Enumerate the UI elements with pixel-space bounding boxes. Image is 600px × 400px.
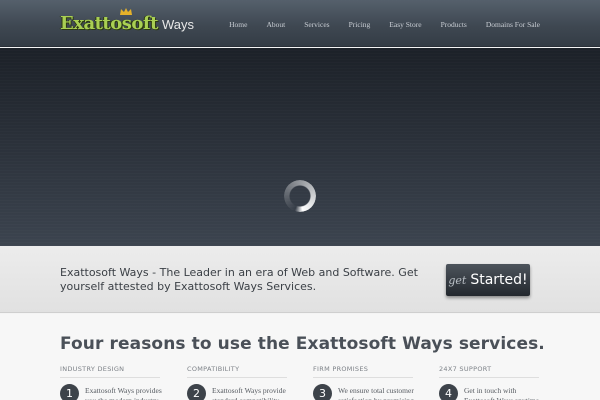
nav-home[interactable]: Home	[210, 18, 247, 31]
reasons-title: Four reasons to use the Exattosoft Ways …	[60, 334, 545, 354]
spinner-icon	[284, 180, 316, 212]
reason-text: Exattosoft Ways provides you the modern …	[85, 386, 162, 400]
reason-text: We ensure total customer satisfaction by…	[338, 386, 414, 400]
nav-easy-store[interactable]: Easy Store	[370, 18, 421, 31]
nav-about[interactable]: About	[247, 18, 285, 31]
get-started-button[interactable]: get Started!	[446, 264, 530, 296]
reason-column-24x7-support: 24X7 SUPPORT 4 Get in touch with Exattos…	[439, 365, 539, 400]
crown-icon	[120, 8, 132, 15]
reason-number: 3	[313, 384, 332, 400]
reason-number: 4	[439, 384, 458, 400]
get-started-button-label: Started!	[470, 272, 528, 288]
reason-heading: COMPATIBILITY	[187, 365, 287, 378]
reason-column-industry-design: INDUSTRY DESIGN 1 Exattosoft Ways provid…	[60, 365, 162, 400]
hero-slider	[0, 48, 600, 246]
cta-text: Exattosoft Ways - The Leader in an era o…	[60, 266, 418, 293]
reason-column-firm-promises: FIRM PROMISES 3 We ensure total customer…	[313, 365, 414, 400]
reason-text: Get in touch with Exattosoft Ways anytim…	[464, 386, 539, 400]
site-header: Exattosoft Ways Home About Services Pric…	[0, 0, 600, 47]
reason-heading: FIRM PROMISES	[313, 365, 413, 378]
reasons-section: Four reasons to use the Exattosoft Ways …	[0, 314, 600, 400]
reason-heading: 24X7 SUPPORT	[439, 365, 539, 378]
nav-domains-for-sale[interactable]: Domains For Sale	[467, 18, 540, 31]
reason-heading: INDUSTRY DESIGN	[60, 365, 160, 378]
nav-products[interactable]: Products	[422, 18, 467, 31]
nav-services[interactable]: Services	[285, 18, 329, 31]
main-nav: Home About Services Pricing Easy Store P…	[210, 18, 540, 31]
reason-column-compatibility: COMPATIBILITY 2 Exattosoft Ways provide …	[187, 365, 287, 400]
get-started-button-small-label: get	[448, 273, 467, 287]
reason-text: Exattosoft Ways provide standard compati…	[212, 386, 286, 400]
reason-number: 2	[187, 384, 206, 400]
logo-suffix-text: Ways	[161, 17, 194, 32]
reason-number: 1	[60, 384, 79, 400]
logo-brand-text: Exattosoft	[60, 13, 158, 34]
nav-pricing[interactable]: Pricing	[330, 18, 371, 31]
site-logo[interactable]: Exattosoft Ways	[60, 8, 194, 35]
